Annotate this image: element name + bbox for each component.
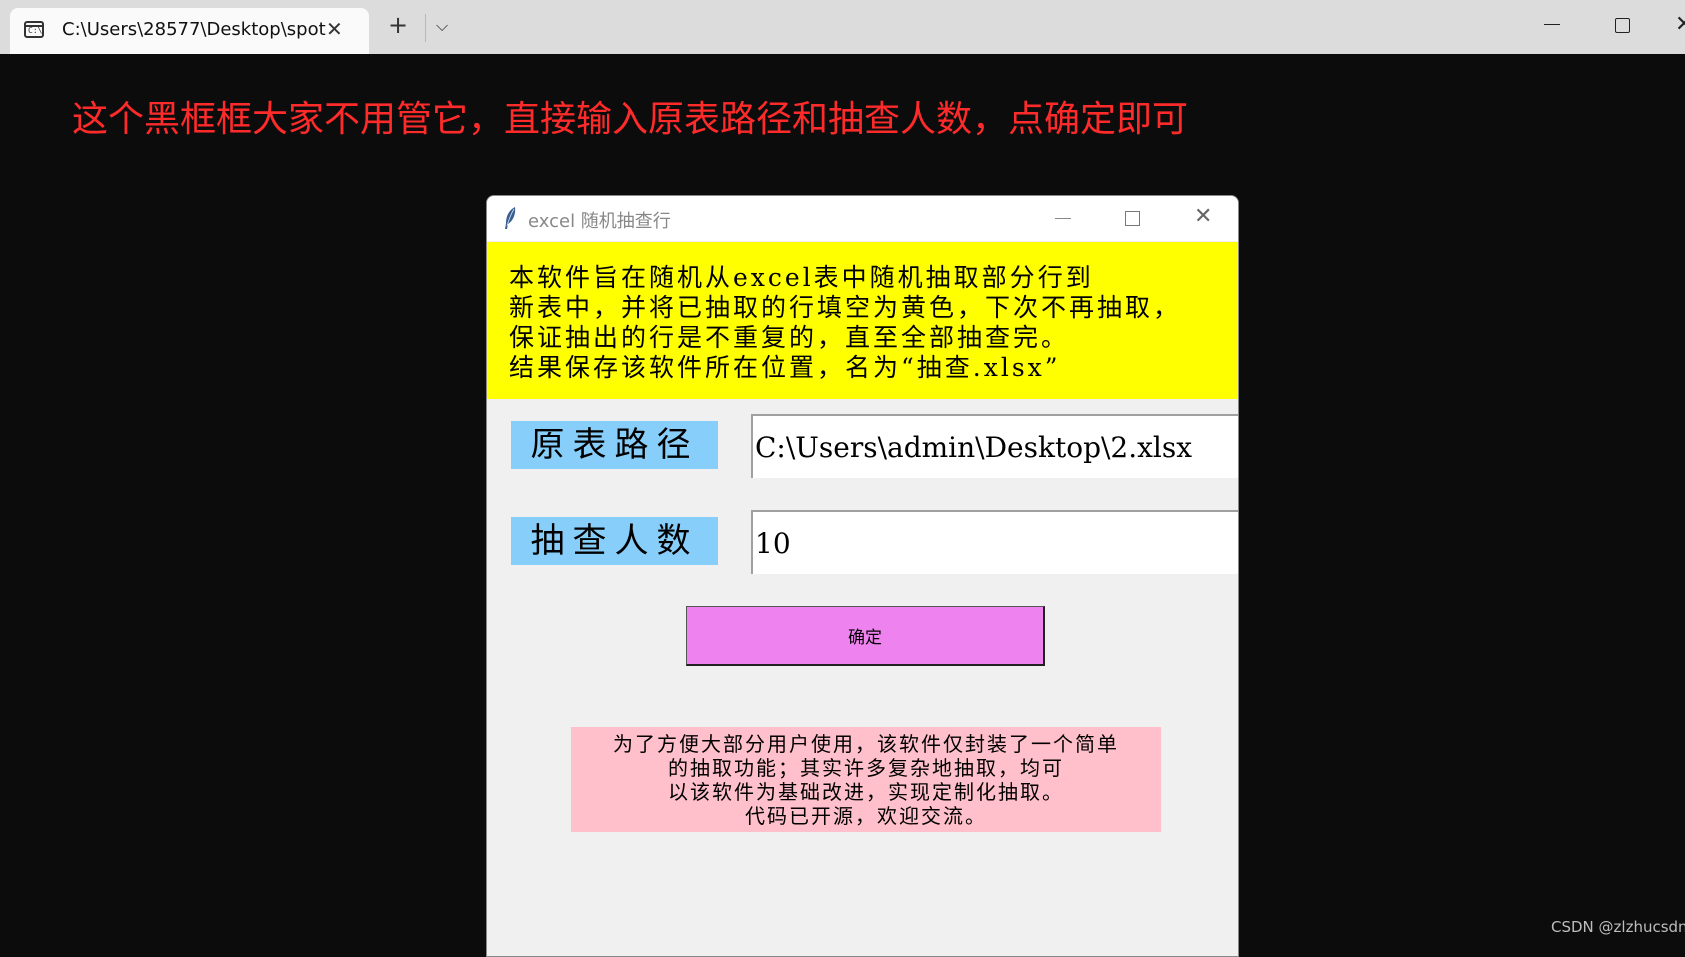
chevron-down-icon[interactable]: ⌵ [436,16,448,36]
app-close-icon[interactable]: ✕ [1194,204,1212,229]
path-label: 原表路径 [511,421,718,469]
new-tab-icon[interactable]: + [388,13,408,37]
close-icon[interactable]: ✕ [1675,12,1685,37]
app-window: excel 随机抽查行 ✕ 本软件旨在随机从excel表中随机抽取部分行到 新表… [486,195,1239,957]
terminal-tab-bar: C:\ C:\Users\28577\Desktop\spot ✕ + ⌵ ✕ [0,0,1685,54]
app-minimize-icon[interactable] [1055,218,1071,219]
terminal-icon: C:\ [24,21,44,38]
tab-close-icon[interactable]: ✕ [326,17,343,41]
info-line: 结果保存该软件所在位置，名为“抽查.xlsx” [509,353,1061,382]
app-title: excel 随机抽查行 [528,211,671,232]
tab-separator [425,14,426,42]
note-line: 的抽取功能；其实许多复杂地抽取，均可 [668,756,1064,780]
app-maximize-icon[interactable] [1125,211,1140,226]
maximize-icon[interactable] [1615,18,1630,33]
minimize-icon[interactable] [1544,24,1560,25]
watermark: CSDN @zlzhucsdn [1551,918,1685,936]
terminal-tab[interactable]: C:\ C:\Users\28577\Desktop\spot ✕ [10,8,369,54]
confirm-button[interactable]: 确定 [686,606,1045,666]
tab-title: C:\Users\28577\Desktop\spot [62,19,326,40]
count-label: 抽查人数 [511,517,718,565]
note-box: 为了方便大部分用户使用，该软件仅封装了一个简单 的抽取功能；其实许多复杂地抽取，… [571,727,1161,832]
path-input[interactable] [751,414,1238,478]
annotation-text: 这个黑框框大家不用管它，直接输入原表路径和抽查人数，点确定即可 [72,99,1189,140]
app-title-bar[interactable]: excel 随机抽查行 ✕ [487,196,1238,241]
count-input[interactable] [751,510,1238,574]
info-banner: 本软件旨在随机从excel表中随机抽取部分行到 新表中，并将已抽取的行填空为黄色… [487,242,1238,399]
note-line: 以该软件为基础改进，实现定制化抽取。 [668,780,1064,804]
feather-icon [505,207,516,229]
terminal-icon-text: C:\ [28,26,43,35]
note-line: 代码已开源，欢迎交流。 [745,804,987,828]
note-line: 为了方便大部分用户使用，该软件仅封装了一个简单 [613,732,1119,756]
